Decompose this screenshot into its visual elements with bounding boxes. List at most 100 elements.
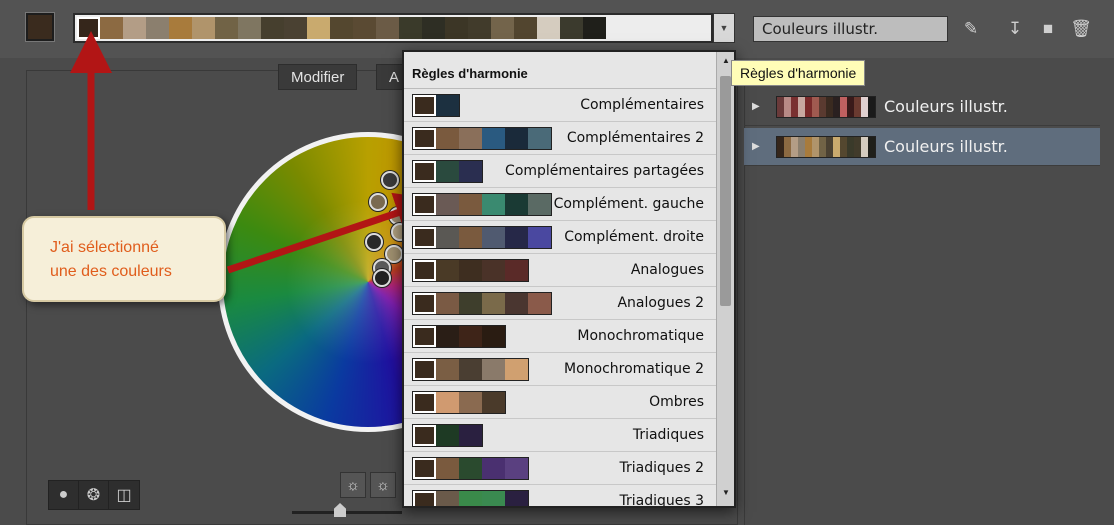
harmony-item[interactable]: Triadiques 2: [404, 452, 734, 485]
color-swatch[interactable]: [560, 17, 583, 39]
harmony-item-label: Monochromatique 2: [564, 361, 704, 377]
harmony-item-label: Triadiques: [632, 427, 704, 443]
color-swatch[interactable]: [422, 17, 445, 39]
color-swatch[interactable]: [353, 17, 376, 39]
harmony-item[interactable]: Ombres: [404, 386, 734, 419]
callout-line-2: une des couleurs: [50, 263, 172, 280]
color-swatch[interactable]: [77, 17, 100, 39]
brightness-buttons: ☼ ☼: [340, 472, 396, 498]
color-swatch[interactable]: [445, 17, 468, 39]
brightness-icon[interactable]: ☼: [340, 472, 366, 498]
color-group-swatches: [776, 135, 876, 158]
harmony-swatches: [412, 325, 506, 348]
color-swatch[interactable]: [468, 17, 491, 39]
harmony-item-label: Triadiques 2: [619, 460, 704, 476]
color-swatch[interactable]: [100, 17, 123, 39]
harmony-swatches: [412, 391, 506, 414]
color-swatch[interactable]: [330, 17, 353, 39]
color-swatch[interactable]: [261, 17, 284, 39]
harmony-swatches: [412, 226, 552, 249]
harmony-item[interactable]: Complément. gauche: [404, 188, 734, 221]
harmony-swatches: [412, 358, 529, 381]
tooltip: Règles d'harmonie: [731, 60, 866, 86]
harmony-dropdown-toggle[interactable]: ▼: [713, 13, 735, 43]
wheel-mode-buttons: ● ❂ ◫: [48, 480, 140, 510]
harmony-item-label: Triadiques 3: [619, 493, 704, 508]
color-swatch[interactable]: [238, 17, 261, 39]
color-group-name-field[interactable]: Couleurs illustr.: [753, 16, 948, 42]
harmony-swatches: [412, 94, 460, 117]
color-group-strip[interactable]: [73, 13, 713, 43]
color-swatch[interactable]: [123, 17, 146, 39]
trash-icon[interactable]: 🗑: [1070, 18, 1092, 40]
tab-modifier[interactable]: Modifier: [278, 64, 358, 90]
harmony-item-label: Complémentaires partagées: [505, 163, 704, 179]
dropdown-header: Règles d'harmonie: [404, 52, 734, 89]
annotation-callout: J'ai sélectionné une des couleurs: [22, 216, 226, 302]
color-swatch[interactable]: [537, 17, 560, 39]
folder-icon[interactable]: ■: [1037, 18, 1059, 40]
chevron-down-icon: ▼: [719, 23, 729, 33]
color-swatch[interactable]: [399, 17, 422, 39]
harmony-item[interactable]: Complémentaires partagées: [404, 155, 734, 188]
color-swatch[interactable]: [491, 17, 514, 39]
harmony-swatches: [412, 490, 529, 506]
harmony-item[interactable]: Complémentaires: [404, 89, 734, 122]
harmony-item[interactable]: Analogues 2: [404, 287, 734, 320]
segmented-wheel-icon[interactable]: ❂: [79, 481, 109, 509]
harmony-swatches: [412, 160, 483, 183]
base-color-swatch[interactable]: [26, 13, 54, 41]
harmony-item[interactable]: Complément. droite: [404, 221, 734, 254]
color-group-swatches: [776, 95, 876, 118]
color-swatch[interactable]: [169, 17, 192, 39]
save-icon[interactable]: ↧: [1004, 18, 1026, 40]
smooth-wheel-icon[interactable]: ●: [49, 481, 79, 509]
harmony-item-label: Analogues: [630, 262, 704, 278]
harmony-swatches: [412, 193, 552, 216]
scrollbar-thumb[interactable]: [720, 76, 731, 306]
color-swatch[interactable]: [284, 17, 307, 39]
color-swatch[interactable]: [215, 17, 238, 39]
color-swatch[interactable]: [192, 17, 215, 39]
brightness-slider-track[interactable]: [292, 511, 402, 514]
color-swatch[interactable]: [146, 17, 169, 39]
color-swatch[interactable]: [514, 17, 537, 39]
color-group-label: Couleurs illustr.: [884, 137, 1008, 156]
harmony-item[interactable]: Triadiques: [404, 419, 734, 452]
color-group-row-selected[interactable]: ▶ Couleurs illustr.: [744, 128, 1100, 166]
color-wheel-marker[interactable]: [373, 269, 391, 287]
harmony-item-label: Complémentaires: [580, 97, 704, 113]
harmony-swatches: [412, 259, 529, 282]
harmony-swatches: [412, 127, 552, 150]
color-swatch[interactable]: [583, 17, 606, 39]
color-group-label: Couleurs illustr.: [884, 97, 1008, 116]
color-wheel-marker[interactable]: [365, 233, 383, 251]
scroll-down-icon[interactable]: ▼: [717, 488, 734, 502]
harmony-item[interactable]: Complémentaires 2: [404, 122, 734, 155]
harmony-item-label: Complément. droite: [564, 229, 704, 245]
color-swatch[interactable]: [376, 17, 399, 39]
color-group-row[interactable]: ▶ Couleurs illustr.: [744, 88, 1100, 126]
color-wheel-marker[interactable]: [369, 193, 387, 211]
harmony-rules-dropdown: Règles d'harmonie Complémentaires Complém…: [402, 50, 736, 508]
harmony-item-label: Complémentaires 2: [566, 130, 704, 146]
harmony-item[interactable]: Monochromatique 2: [404, 353, 734, 386]
harmony-swatches: [412, 292, 552, 315]
brightness-alt-icon[interactable]: ☼: [370, 472, 396, 498]
color-wheel-marker[interactable]: [381, 171, 399, 189]
expand-arrow-icon[interactable]: ▶: [752, 101, 768, 112]
harmony-swatches: [412, 457, 529, 480]
harmony-item-label: Monochromatique: [577, 328, 704, 344]
harmony-list: Complémentaires Complémentaires 2 Compléme…: [404, 89, 734, 508]
dropdown-scrollbar[interactable]: ▲ ▼: [716, 52, 734, 506]
expand-arrow-icon[interactable]: ▶: [752, 141, 768, 152]
harmony-item[interactable]: Triadiques 3: [404, 485, 734, 508]
harmony-item[interactable]: Monochromatique: [404, 320, 734, 353]
harmony-swatches: [412, 424, 483, 447]
harmony-item-label: Complément. gauche: [553, 196, 704, 212]
eyedropper-icon[interactable]: ✎: [960, 18, 982, 40]
harmony-item[interactable]: Analogues: [404, 254, 734, 287]
color-swatch[interactable]: [307, 17, 330, 39]
color-bars-icon[interactable]: ◫: [109, 481, 139, 509]
harmony-item-label: Analogues 2: [617, 295, 704, 311]
